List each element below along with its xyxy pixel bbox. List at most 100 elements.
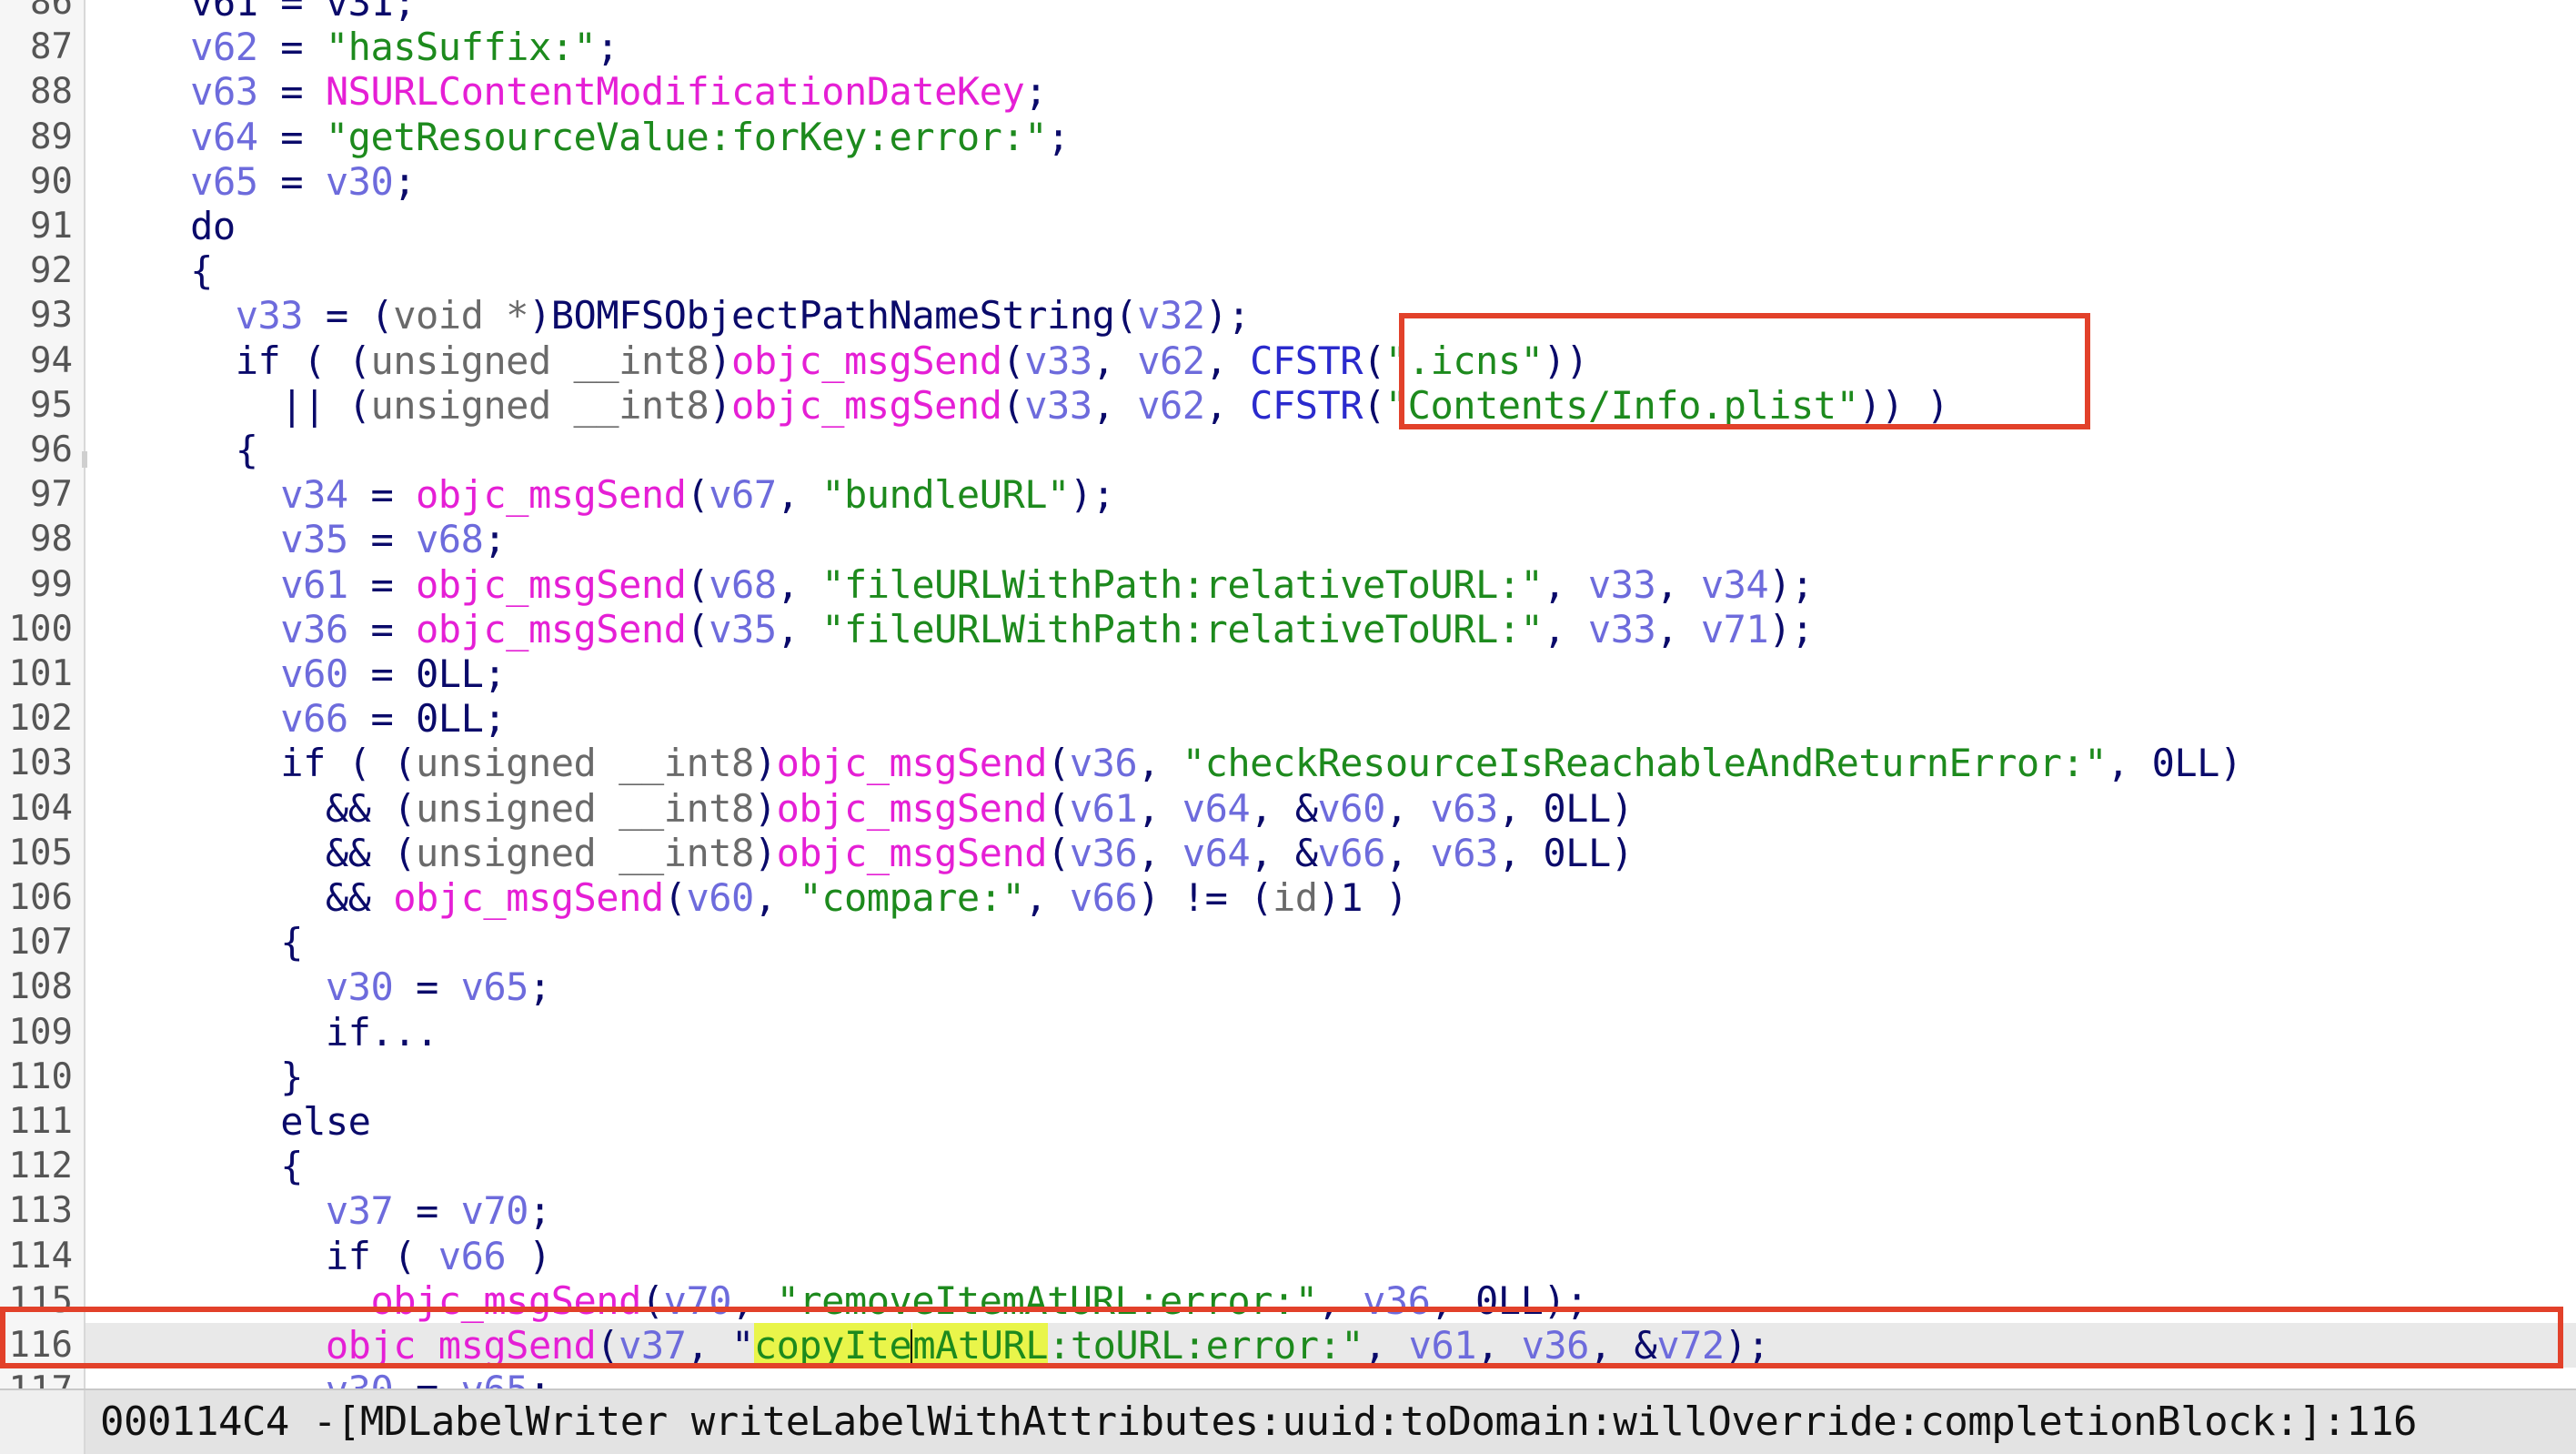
line-number: 111 <box>8 1101 73 1142</box>
code-token: , <box>1137 741 1182 786</box>
code-line[interactable]: 95 || (unsigned __int8)objc_msgSend(v33,… <box>0 383 2576 428</box>
code-line[interactable]: 102 v66 = 0LL; <box>0 696 2576 741</box>
code-text: if ( (unsigned __int8)objc_msgSend(v36, … <box>100 741 2242 785</box>
code-token: v63 <box>1430 830 1498 875</box>
code-token: if <box>100 338 281 383</box>
code-text: v34 = objc_msgSend(v67, "bundleURL"); <box>100 472 1115 518</box>
code-token: mAtURL <box>912 1323 1049 1368</box>
code-token: v70 <box>663 1277 732 1323</box>
code-line[interactable]: 96 { <box>0 428 2576 472</box>
code-token: ); <box>1543 1277 1588 1323</box>
code-line[interactable]: 109 if... <box>0 1010 2576 1055</box>
code-text: v30 = v65; <box>100 964 551 1009</box>
code-text: || (unsigned __int8)objc_msgSend(v33, v6… <box>100 383 1949 428</box>
code-text: && (unsigned __int8)objc_msgSend(v61, v6… <box>100 786 1634 831</box>
code-token: ( <box>1001 382 1025 428</box>
code-text: v36 = objc_msgSend(v35, "fileURLWithPath… <box>100 607 1814 651</box>
code-line[interactable]: 94 if ( (unsigned __int8)objc_msgSend(v3… <box>0 338 2576 383</box>
code-line-current[interactable]: 116 objc_msgSend(v37, "copyItemAtURL:toU… <box>0 1323 2576 1368</box>
code-token: v33 <box>1024 382 1092 428</box>
code-text: v30 = v65; <box>100 1368 551 1388</box>
code-line[interactable]: 107 { <box>0 920 2576 964</box>
code-token: v33 <box>1587 561 1656 607</box>
code-token: v62 <box>1137 338 1205 383</box>
code-line[interactable]: 108 v30 = v65; <box>0 964 2576 1009</box>
code-token: v36 <box>1521 1323 1590 1368</box>
pseudocode-editor[interactable]: 86 v61 = v31; 87 v62 = "hasSuffix:"; 88 v6… <box>0 0 2576 1388</box>
code-token: ( <box>1047 785 1070 831</box>
line-number: 96 <box>30 429 73 470</box>
line-number: 107 <box>8 922 73 964</box>
code-line[interactable]: 97 v34 = objc_msgSend(v67, "bundleURL"); <box>0 472 2576 517</box>
code-token: copyIte <box>753 1323 912 1368</box>
code-token: , <box>776 561 822 607</box>
code-token: , <box>1497 830 1544 875</box>
line-number: 94 <box>30 339 73 381</box>
code-line[interactable]: 103 if ( (unsigned __int8)objc_msgSend(v… <box>0 741 2576 785</box>
code-token: v66 <box>1069 875 1138 920</box>
code-text: if ( (unsigned __int8)objc_msgSend(v33, … <box>100 338 1589 383</box>
code-line[interactable]: 99 v61 = objc_msgSend(v68, "fileURLWithP… <box>0 562 2576 607</box>
code-token: "compare:" <box>799 875 1025 920</box>
code-token: , <box>1543 606 1588 651</box>
code-line[interactable]: 110 } <box>0 1055 2576 1099</box>
code-token: unsigned __int8 <box>416 741 754 786</box>
code-token: && ( <box>100 830 417 875</box>
line-number: 113 <box>8 1190 73 1232</box>
code-text: v33 = (void *)BOMFSObjectPathNameString(… <box>100 293 1251 338</box>
code-token: "Contents/Info.plist" <box>1384 382 1859 428</box>
code-line[interactable]: 88 v63 = NSURLContentModificationDateKey… <box>0 69 2576 114</box>
code-token: v68 <box>709 561 777 607</box>
code-token: "getResourceValue:forKey:error:" <box>325 114 1048 159</box>
code-line[interactable]: 113 v37 = v70; <box>0 1188 2576 1233</box>
code-line[interactable]: 111 else <box>0 1099 2576 1144</box>
code-text: v60 = 0LL; <box>100 651 506 696</box>
code-token: objc_msgSend <box>325 1323 597 1368</box>
code-line[interactable]: 101 v60 = 0LL; <box>0 651 2576 696</box>
code-token: ( <box>686 472 709 518</box>
code-token: v64 <box>190 114 258 159</box>
code-token: v35 <box>709 606 777 651</box>
code-token: ) <box>709 338 732 383</box>
code-line[interactable]: 117 v30 = v65; <box>0 1368 2576 1388</box>
code-token: ; <box>596 25 619 70</box>
line-number: 100 <box>8 608 73 650</box>
code-token: v65 <box>460 964 529 1010</box>
code-line[interactable]: 100 v36 = objc_msgSend(v35, "fileURLWith… <box>0 607 2576 651</box>
code-text: { <box>100 248 213 293</box>
code-token: = <box>347 472 417 518</box>
code-line[interactable]: 93 v33 = (void *)BOMFSObjectPathNameStri… <box>0 293 2576 338</box>
code-token: , <box>1384 785 1431 831</box>
code-token: , & <box>1250 785 1318 831</box>
code-line[interactable]: 112 { <box>0 1144 2576 1188</box>
line-number: 87 <box>30 26 73 68</box>
code-line[interactable]: 115 objc_msgSend(v70, "removeItemAtURL:e… <box>0 1278 2576 1323</box>
line-number: 104 <box>8 787 73 829</box>
code-line[interactable]: 106 && objc_msgSend(v60, "compare:", v66… <box>0 875 2576 920</box>
code-token: = <box>393 1188 461 1234</box>
code-line[interactable]: 92 { <box>0 248 2576 293</box>
code-token: )1 ) <box>1317 875 1409 920</box>
code-token: void * <box>393 293 528 338</box>
code-token: v71 <box>1700 606 1769 651</box>
code-line[interactable]: 86 v61 = v31; <box>0 0 2576 25</box>
code-token: ) <box>753 741 777 786</box>
code-line[interactable]: 91 do <box>0 204 2576 248</box>
code-line[interactable]: 89 v64 = "getResourceValue:forKey:error:… <box>0 115 2576 159</box>
line-number: 89 <box>30 116 73 157</box>
code-line[interactable]: 105 && (unsigned __int8)objc_msgSend(v36… <box>0 831 2576 875</box>
code-line[interactable]: 87 v62 = "hasSuffix:"; <box>0 25 2576 69</box>
code-line[interactable]: 114 if ( v66 ) <box>0 1234 2576 1278</box>
line-number: 115 <box>8 1279 73 1321</box>
code-line[interactable]: 90 v65 = v30; <box>0 159 2576 204</box>
code-line[interactable]: 98 v35 = v68; <box>0 517 2576 561</box>
code-token: = <box>347 517 417 562</box>
code-token: v34 <box>1700 561 1769 607</box>
code-text: v65 = v30; <box>100 159 416 204</box>
code-token: objc_msgSend <box>416 561 687 607</box>
code-line[interactable]: 104 && (unsigned __int8)objc_msgSend(v61… <box>0 786 2576 831</box>
code-token: 0LL <box>2151 741 2220 786</box>
code-token: ; <box>483 651 507 696</box>
